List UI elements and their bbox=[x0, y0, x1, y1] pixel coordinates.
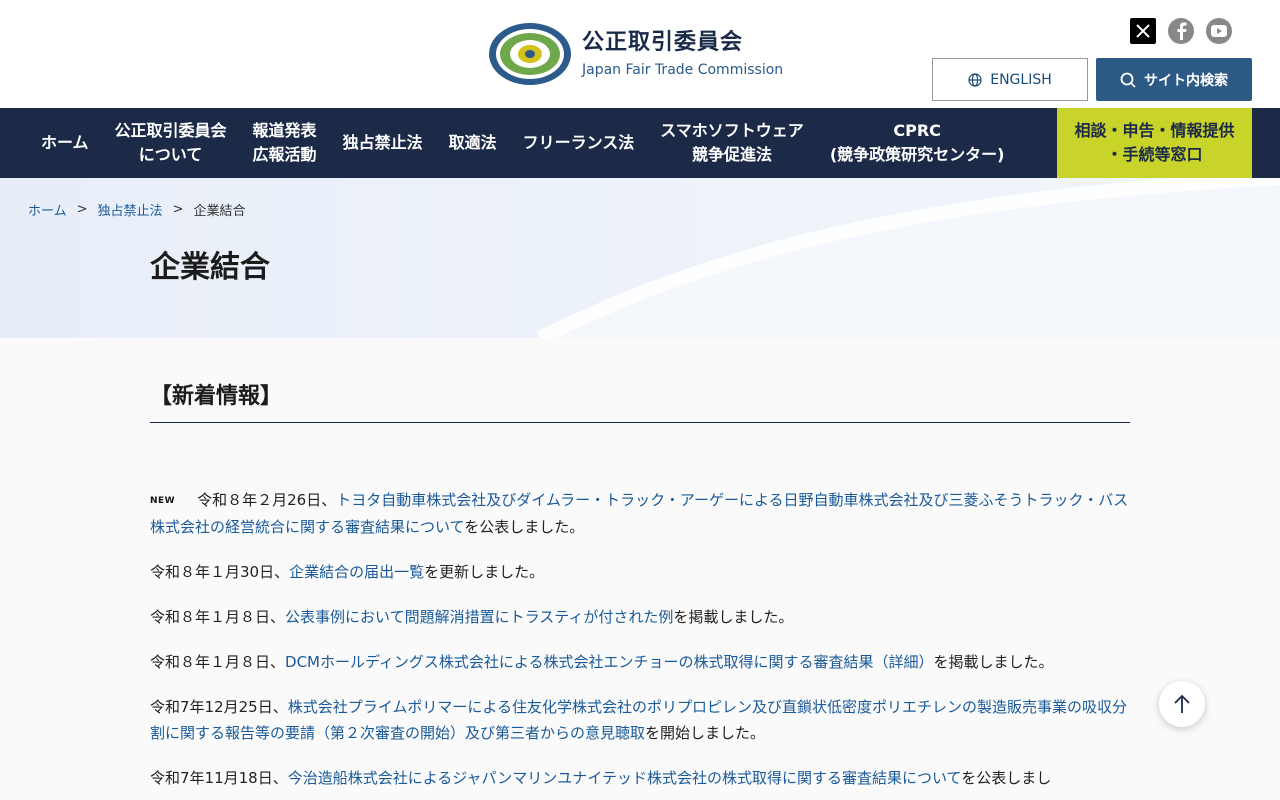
news-link[interactable]: 企業結合の届出一覧 bbox=[289, 563, 424, 581]
breadcrumb-current: 企業結合 bbox=[193, 204, 246, 219]
social-links bbox=[1130, 18, 1232, 44]
x-icon[interactable] bbox=[1130, 18, 1156, 44]
news-date: 令和7年12月25日、 bbox=[150, 698, 288, 716]
news-date: 令和7年11月18日、 bbox=[150, 769, 288, 787]
nav-item-press[interactable]: 報道発表 広報活動 bbox=[240, 108, 330, 178]
news-link[interactable]: 株式会社プライムポリマーによる住友化学株式会社のポリプロピレン及び直鎖状低密度ポ… bbox=[150, 698, 1127, 742]
nav-item-consultation[interactable]: 相談・申告・情報提供 ・手続等窓口 bbox=[1057, 108, 1252, 178]
news-date: 令和８年１月30日、 bbox=[150, 563, 290, 581]
news-link[interactable]: 公表事例において問題解消措置にトラスティが付された例 bbox=[285, 608, 673, 626]
logo-title-ja: 公正取引委員会 bbox=[582, 30, 744, 55]
news-item: 令和7年11月18日、今治造船株式会社によるジャパンマリンユナイテッド株式会社の… bbox=[150, 765, 1130, 791]
breadcrumb: ホーム > 独占禁止法 > 企業結合 bbox=[28, 200, 245, 219]
global-nav: ホーム 公正取引委員会 について 報道発表 広報活動 独占禁止法 取適法 フリー… bbox=[0, 108, 1280, 178]
breadcrumb-separator: > bbox=[172, 202, 184, 217]
nav-item-about[interactable]: 公正取引委員会 について bbox=[102, 108, 240, 178]
breadcrumb-separator: > bbox=[76, 202, 88, 217]
search-icon bbox=[1120, 72, 1136, 88]
news-item: 令和８年１月30日、企業結合の届出一覧を更新しました。 bbox=[150, 559, 1130, 585]
news-suffix: を開始しました。 bbox=[645, 724, 766, 742]
news-date: 令和８年２月26日、 bbox=[197, 491, 337, 509]
arrow-up-icon bbox=[1174, 694, 1190, 713]
nav-item-subcontract[interactable]: 取適法 bbox=[436, 108, 510, 178]
nav-item-antimonopoly[interactable]: 独占禁止法 bbox=[330, 108, 436, 178]
news-date: 令和８年１月８日、 bbox=[150, 653, 286, 671]
youtube-icon[interactable] bbox=[1206, 18, 1232, 44]
news-suffix: を更新しました。 bbox=[424, 563, 545, 581]
site-search-button[interactable]: サイト内検索 bbox=[1096, 58, 1252, 101]
site-logo[interactable]: 公正取引委員会 Japan Fair Trade Commission bbox=[488, 22, 783, 86]
logo-title-en: Japan Fair Trade Commission bbox=[582, 62, 784, 78]
nav-item-home[interactable]: ホーム bbox=[28, 108, 102, 178]
page-title: 企業結合 bbox=[150, 250, 270, 285]
new-badge: NEW bbox=[150, 496, 176, 506]
news-item: 令和８年１月８日、DCMホールディングス株式会社による株式会社エンチョーの株式取… bbox=[150, 649, 1130, 675]
nav-item-cprc[interactable]: CPRC (競争政策研究センター) bbox=[817, 108, 1018, 178]
breadcrumb-home[interactable]: ホーム bbox=[28, 200, 67, 219]
nav-item-freelance[interactable]: フリーランス法 bbox=[510, 108, 648, 178]
news-suffix: を公表しまし bbox=[961, 769, 1052, 787]
news-item: 令和7年12月25日、株式会社プライムポリマーによる住友化学株式会社のポリプロピ… bbox=[150, 694, 1130, 746]
page-hero: ホーム > 独占禁止法 > 企業結合 企業結合 bbox=[0, 178, 1280, 338]
news-item: NEW 令和８年２月26日、トヨタ自動車株式会社及びダイムラー・トラック・アーゲー… bbox=[150, 487, 1130, 540]
news-suffix: を掲載しました。 bbox=[933, 653, 1054, 671]
nav-item-smartphone[interactable]: スマホソフトウェア 競争促進法 bbox=[647, 108, 817, 178]
news-link[interactable]: 今治造船株式会社によるジャパンマリンユナイテッド株式会社の株式取得に関する審査結… bbox=[288, 769, 962, 787]
breadcrumb-antimonopoly[interactable]: 独占禁止法 bbox=[98, 200, 163, 219]
back-to-top-button[interactable] bbox=[1159, 681, 1205, 727]
english-button[interactable]: ENGLISH bbox=[932, 58, 1088, 101]
section-heading-news: 【新着情報】 bbox=[150, 378, 1130, 423]
main-content: 【新着情報】 NEW 令和８年２月26日、トヨタ自動車株式会社及びダイムラー・トラ… bbox=[0, 338, 1280, 791]
site-header: 公正取引委員会 Japan Fair Trade Commission ENGL… bbox=[0, 0, 1280, 108]
search-label: サイト内検索 bbox=[1144, 72, 1228, 89]
jftc-emblem-icon bbox=[489, 23, 571, 85]
facebook-icon[interactable] bbox=[1168, 18, 1194, 44]
news-suffix: を公表しました。 bbox=[464, 518, 585, 536]
news-item: 令和８年１月８日、公表事例において問題解消措置にトラスティが付された例を掲載しま… bbox=[150, 604, 1130, 630]
news-link[interactable]: DCMホールディングス株式会社による株式会社エンチョーの株式取得に関する審査結果… bbox=[285, 653, 933, 671]
news-list: NEW 令和８年２月26日、トヨタ自動車株式会社及びダイムラー・トラック・アーゲー… bbox=[150, 487, 1130, 791]
globe-icon bbox=[968, 72, 982, 87]
english-label: ENGLISH bbox=[990, 71, 1052, 88]
news-date: 令和８年１月８日、 bbox=[150, 608, 286, 626]
news-suffix: を掲載しました。 bbox=[673, 608, 794, 626]
